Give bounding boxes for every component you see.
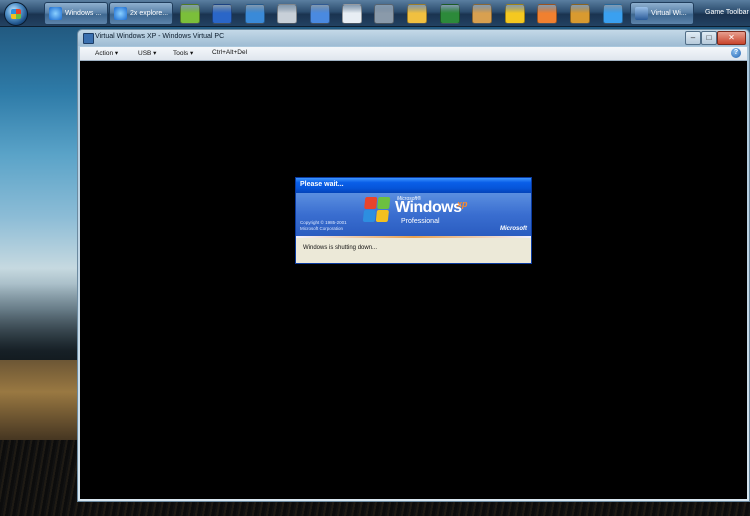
virtual-pc-window: Virtual Windows XP - Windows Virtual PC … (77, 29, 750, 502)
taskbar: Windows ... 2x explore... Virtual Wi... … (0, 0, 750, 27)
folder-icon[interactable] (407, 4, 427, 24)
windows-logo-icon (11, 9, 21, 19)
ie-icon (114, 7, 127, 20)
copyright-text: Copyright © 1985-2001 Microsoft Corporat… (300, 220, 347, 232)
taskbar-button-label: 2x explore... (130, 10, 169, 17)
copyright-line: Microsoft Corporation (300, 226, 344, 231)
menu-ctrl-alt-del[interactable]: Ctrl+Alt+Del (212, 49, 247, 56)
virtual-pc-icon (83, 33, 94, 44)
outlook-icon[interactable] (212, 4, 232, 24)
brand-xp: xp (457, 199, 468, 209)
brand-windows: Windows (395, 199, 462, 216)
minimize-button[interactable]: – (685, 31, 701, 45)
taskbar-button-label: Virtual Wi... (651, 10, 687, 17)
game-toolbar-label[interactable]: Game Toolbar (705, 0, 749, 26)
shutdown-message: Windows is shutting down... (303, 245, 378, 251)
brand-edition: Professional (401, 218, 440, 225)
dialog-title-bar: Please wait... (296, 178, 531, 193)
banner-stripe (296, 236, 531, 238)
ie-icon (49, 7, 62, 20)
microsoft-logo: Microsoft (500, 226, 527, 232)
menu-action[interactable]: Action ▾ (95, 49, 118, 57)
maximize-button[interactable]: □ (701, 31, 717, 45)
menu-usb[interactable]: USB ▾ (138, 49, 156, 57)
printer-icon[interactable] (277, 4, 297, 24)
document-icon[interactable] (342, 4, 362, 24)
excel-icon[interactable] (440, 4, 460, 24)
close-button[interactable]: ✕ (717, 31, 746, 45)
taskbar-button-windows[interactable]: Windows ... (44, 2, 108, 25)
taskbar-button-label: Windows ... (65, 10, 102, 17)
star-icon[interactable] (505, 4, 525, 24)
help-icon[interactable]: ? (731, 48, 741, 58)
windows-flag-icon (362, 197, 392, 223)
start-button[interactable] (4, 2, 28, 26)
taskbar-button-explorer[interactable]: 2x explore... (109, 2, 173, 25)
users-icon[interactable] (180, 4, 200, 24)
film-icon[interactable] (570, 4, 590, 24)
app-icon[interactable] (603, 4, 623, 24)
vm-screen[interactable] (80, 61, 747, 499)
network-icon[interactable] (310, 4, 330, 24)
taskbar-button-virtual-windows[interactable]: Virtual Wi... (630, 2, 694, 25)
media-player-icon[interactable] (537, 4, 557, 24)
virtual-pc-icon (635, 7, 648, 20)
window-icon[interactable] (245, 4, 265, 24)
dialog-title: Please wait... (300, 181, 344, 188)
wallpaper-lake-reflection (0, 360, 80, 440)
winamp-icon[interactable] (472, 4, 492, 24)
vm-menubar: Action ▾ USB ▾ Tools ▾ Ctrl+Alt+Del ? (80, 47, 747, 61)
window-title: Virtual Windows XP - Windows Virtual PC (95, 33, 225, 40)
tools-icon[interactable] (374, 4, 394, 24)
window-title-bar[interactable]: Virtual Windows XP - Windows Virtual PC … (78, 30, 749, 46)
menu-tools[interactable]: Tools ▾ (173, 49, 193, 57)
shutdown-dialog: Please wait... Microsoft® Windows xp Pro… (295, 177, 532, 264)
